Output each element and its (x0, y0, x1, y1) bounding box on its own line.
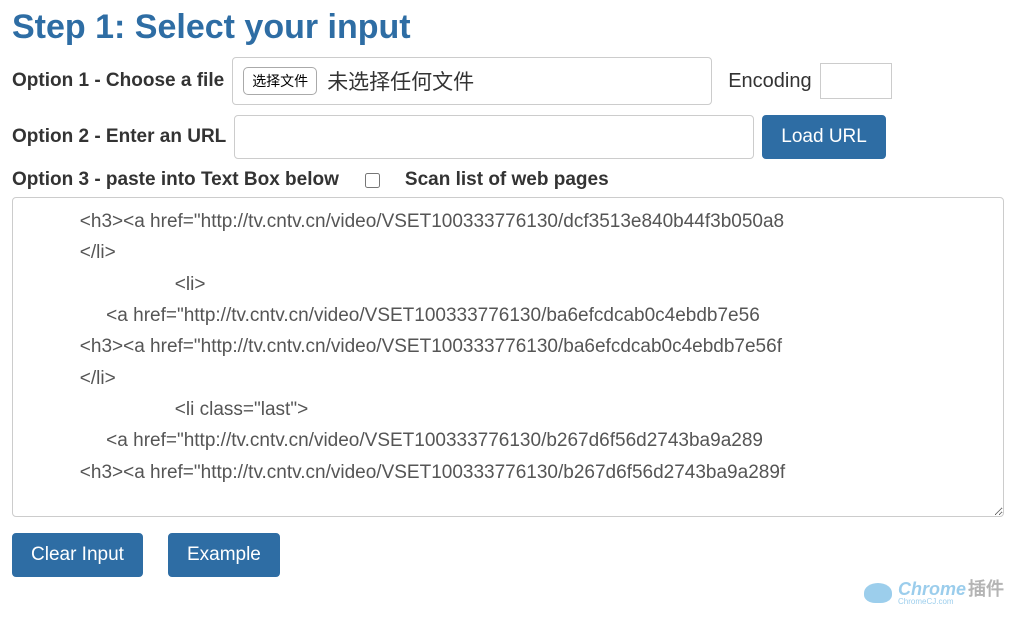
url-input[interactable] (234, 115, 754, 159)
watermark-main: Chrome插件 (898, 580, 1004, 598)
scan-pages-checkbox[interactable] (365, 173, 380, 188)
button-row: Clear Input Example (12, 533, 1004, 577)
file-status-text: 未选择任何文件 (327, 66, 474, 96)
option1-label: Option 1 - Choose a file (12, 70, 224, 92)
choose-file-button[interactable]: 选择文件 (243, 67, 317, 95)
watermark-text: Chrome插件 ChromeCJ.com (898, 580, 1004, 606)
option2-label: Option 2 - Enter an URL (12, 126, 226, 148)
watermark: Chrome插件 ChromeCJ.com (864, 580, 1004, 606)
file-input-wrap[interactable]: 选择文件 未选择任何文件 (232, 57, 712, 105)
watermark-icon (864, 583, 892, 603)
option1-row: Option 1 - Choose a file 选择文件 未选择任何文件 En… (12, 57, 1004, 105)
load-url-button[interactable]: Load URL (762, 115, 886, 159)
option2-row: Option 2 - Enter an URL Load URL (12, 115, 1004, 159)
option3-row: Option 3 - paste into Text Box below Sca… (12, 169, 1004, 191)
watermark-cn: 插件 (968, 579, 1004, 599)
watermark-brand: Chrome (898, 579, 966, 599)
example-button[interactable]: Example (168, 533, 280, 577)
option3-label: Option 3 - paste into Text Box below (12, 169, 339, 191)
scan-pages-label: Scan list of web pages (405, 169, 609, 191)
encoding-input[interactable] (820, 63, 892, 99)
clear-input-button[interactable]: Clear Input (12, 533, 143, 577)
main-textarea[interactable] (12, 197, 1004, 517)
step-heading: Step 1: Select your input (12, 8, 1004, 47)
watermark-sub: ChromeCJ.com (898, 598, 1004, 606)
encoding-label: Encoding (728, 70, 811, 93)
